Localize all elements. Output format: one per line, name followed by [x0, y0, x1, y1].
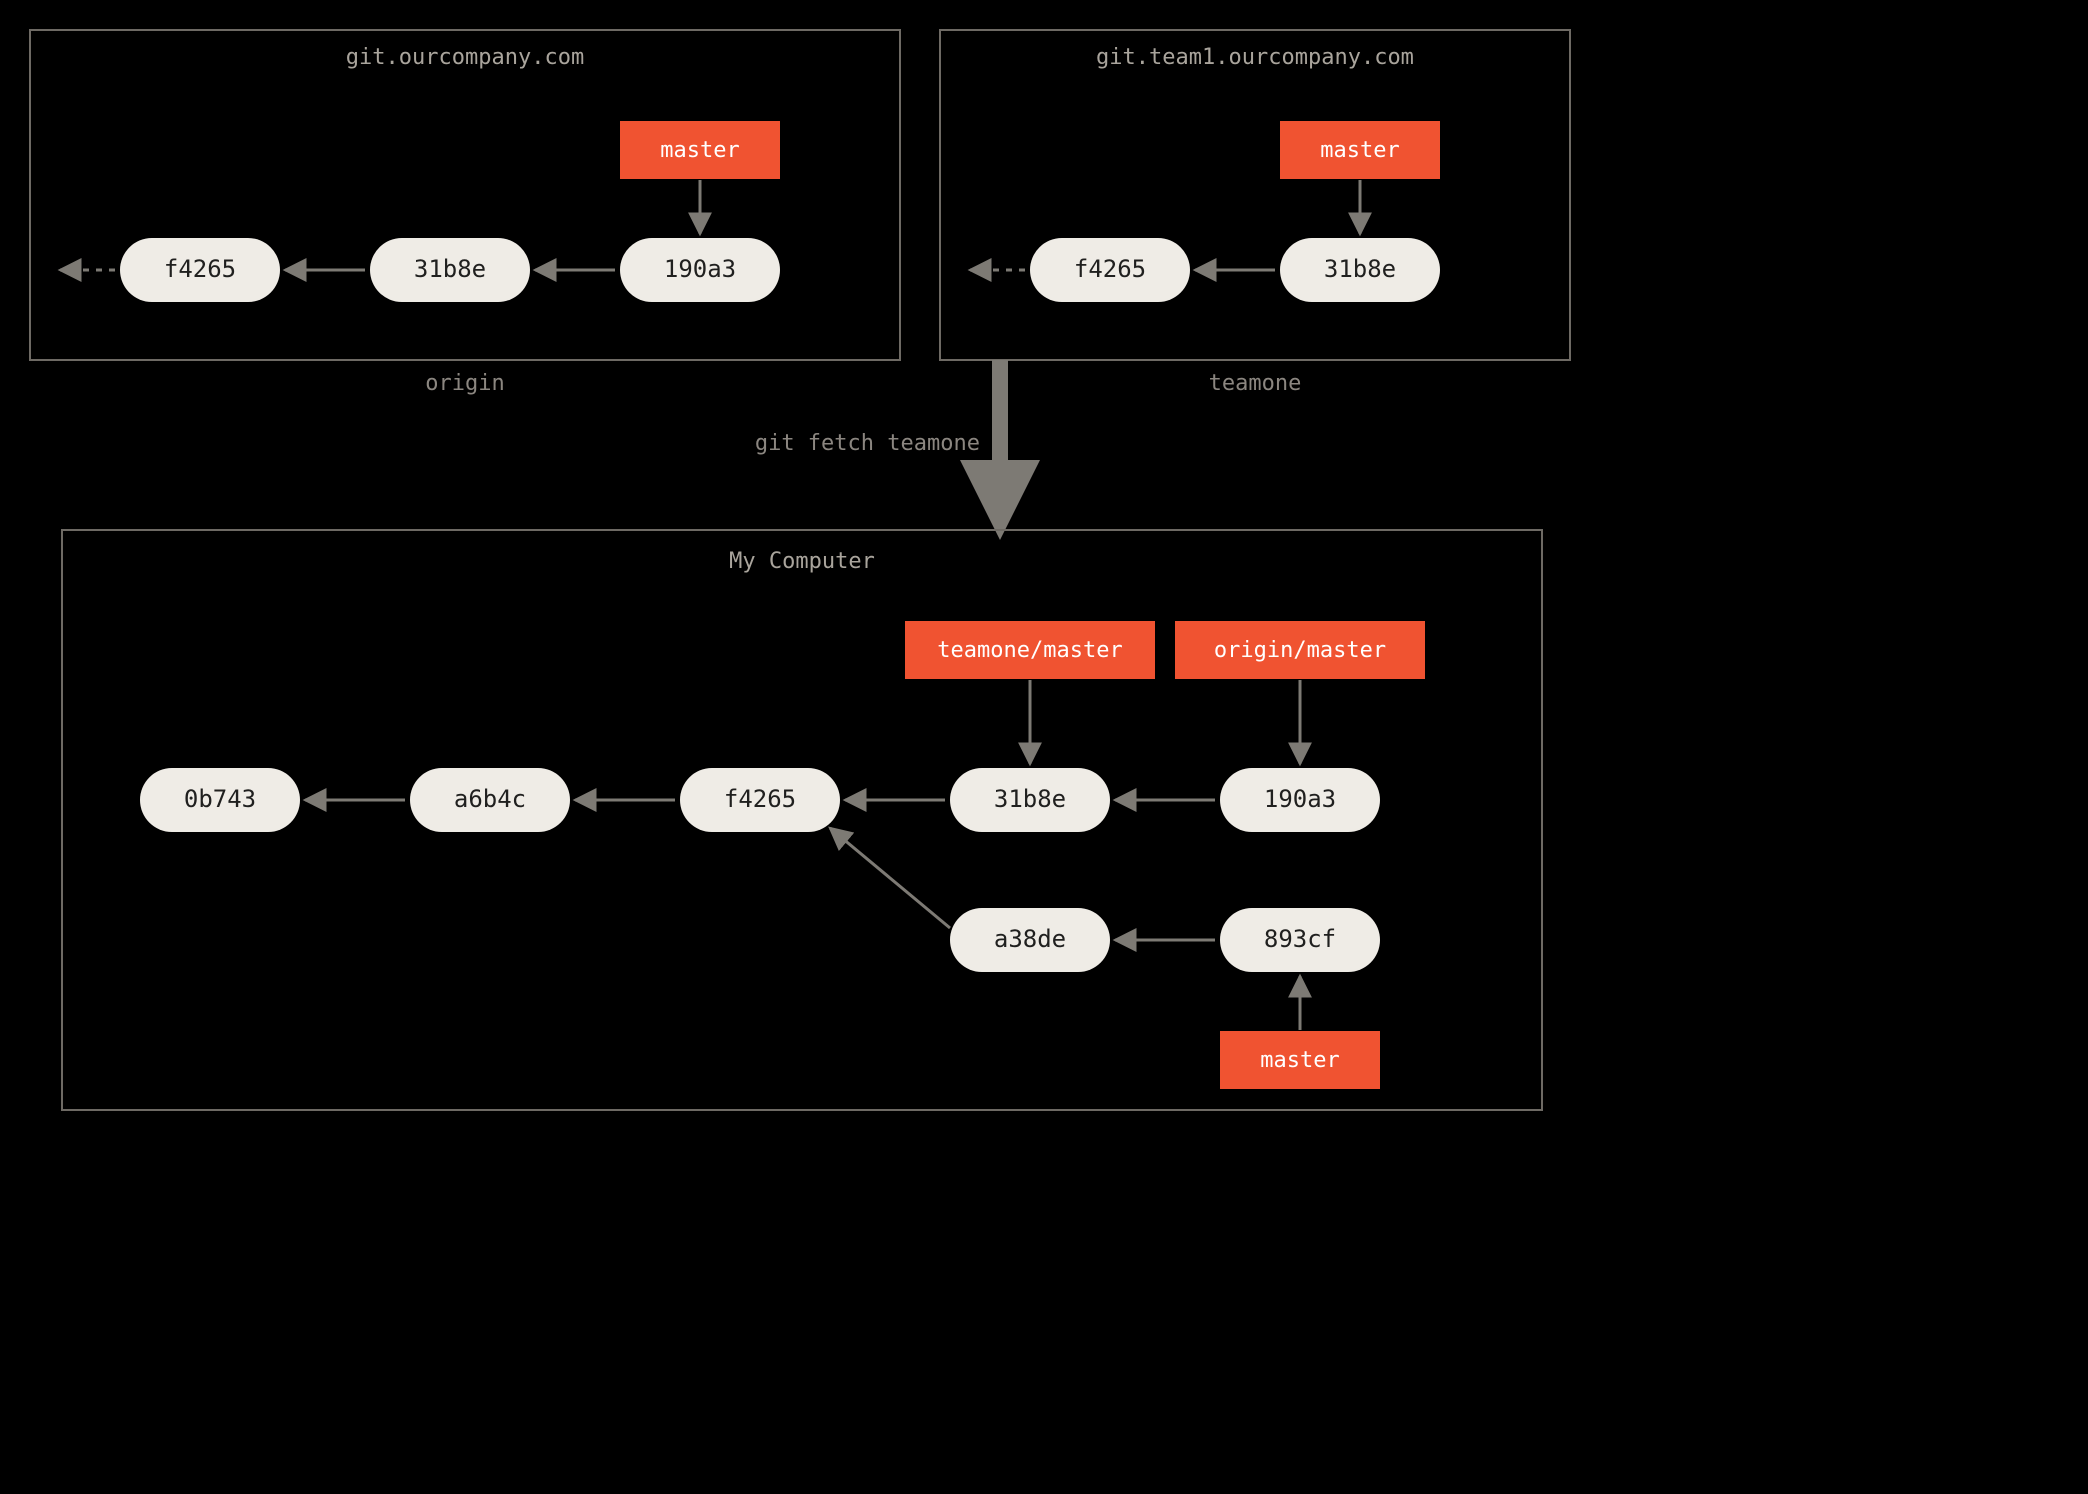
origin-label: origin [425, 371, 504, 396]
teamone-host: git.team1.ourcompany.com [1096, 45, 1414, 70]
ref-origin-master-label: origin/master [1214, 638, 1386, 663]
ref-teamone-master-label: teamone/master [937, 638, 1122, 663]
local-commit-0b743-label: 0b743 [184, 785, 256, 813]
ref-local-master-label: master [1260, 1048, 1339, 1073]
origin-commit-31b8e-label: 31b8e [414, 255, 486, 283]
teamone-ref-master-label: master [1320, 138, 1399, 163]
teamone-commit-f4265-label: f4265 [1074, 255, 1146, 283]
fetch-command: git fetch teamone [755, 431, 980, 456]
branch-merge-arrow [830, 828, 950, 928]
local-commit-190a3-label: 190a3 [1264, 785, 1336, 813]
local-branch-commit-a38de-label: a38de [994, 925, 1066, 953]
teamone-label: teamone [1209, 371, 1302, 396]
origin-host: git.ourcompany.com [346, 45, 584, 70]
local-branch-commit-893cf-label: 893cf [1264, 925, 1336, 953]
origin-panel [30, 30, 900, 360]
teamone-panel [940, 30, 1570, 360]
local-commit-a6b4c-label: a6b4c [454, 785, 526, 813]
origin-ref-master-label: master [660, 138, 739, 163]
local-commit-f4265-label: f4265 [724, 785, 796, 813]
origin-commit-f4265-label: f4265 [164, 255, 236, 283]
teamone-commit-31b8e-label: 31b8e [1324, 255, 1396, 283]
git-remotes-diagram: git.ourcompany.com origin f4265 31b8e 190a3 m… [0, 0, 1604, 1148]
local-title: My Computer [729, 549, 875, 574]
origin-commit-190a3-label: 190a3 [664, 255, 736, 283]
local-commit-31b8e-label: 31b8e [994, 785, 1066, 813]
